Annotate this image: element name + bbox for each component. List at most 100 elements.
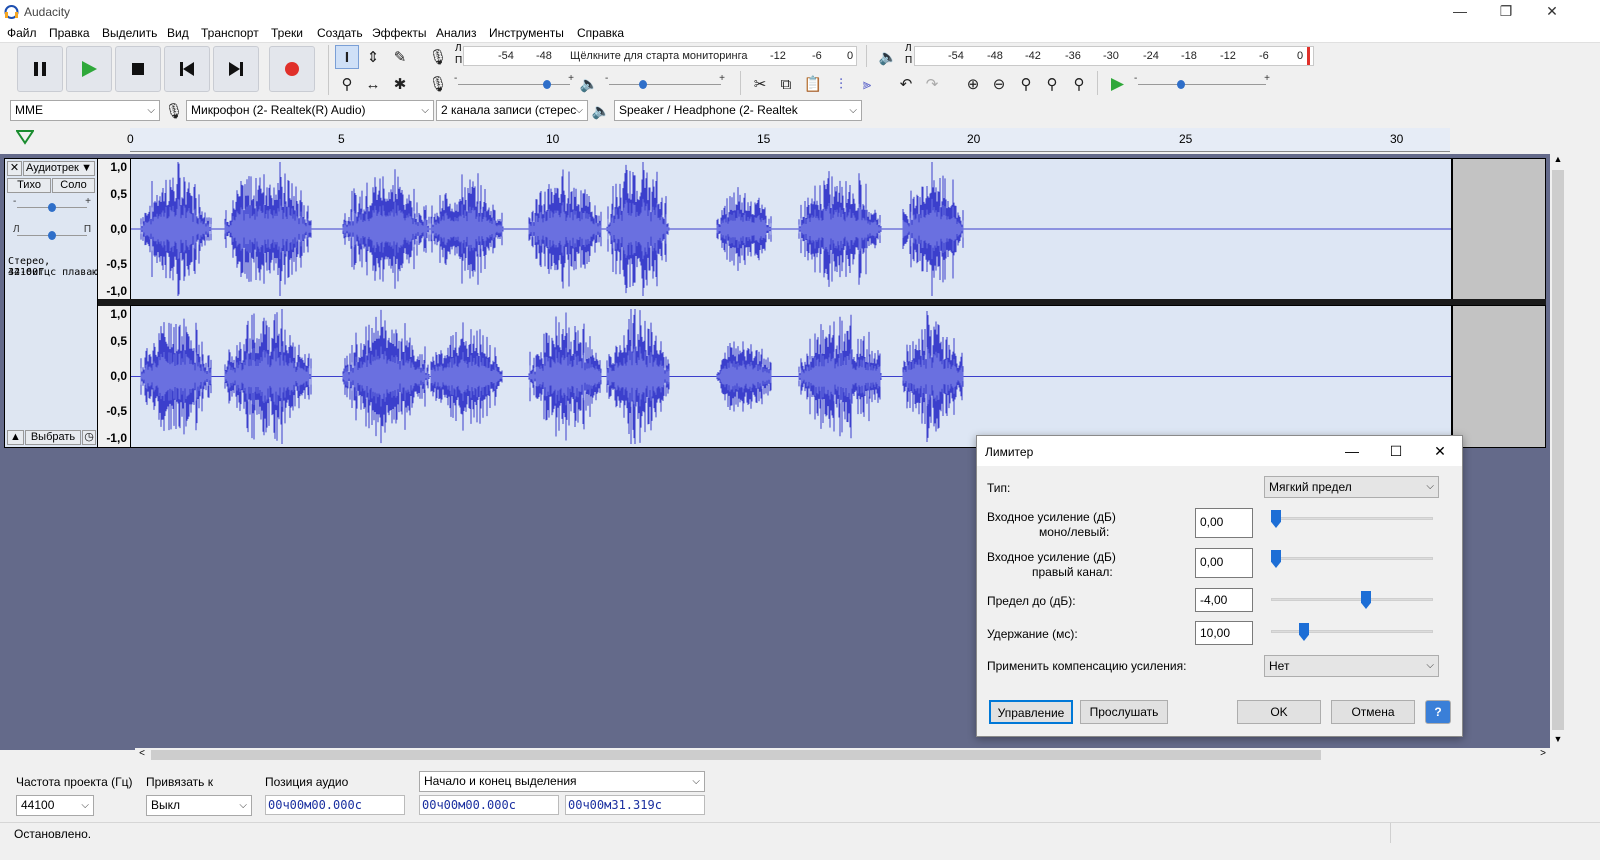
selection-mode-select[interactable]: Начало и конец выделения ⌵ (419, 771, 705, 792)
menu-file[interactable]: Файл (7, 26, 37, 40)
select-track-button[interactable]: Выбрать (25, 430, 81, 445)
timeline-ruler[interactable]: 0 5 10 15 20 25 30 (0, 126, 1550, 154)
makeup-gain-select[interactable]: Нет ⌵ (1264, 655, 1439, 677)
audio-position-field[interactable]: 00ч00м00.000с (265, 795, 405, 815)
trim-button[interactable]: ⫶ (829, 72, 853, 96)
track-menu-button[interactable]: Аудиотрек ▼ (23, 161, 95, 176)
scroll-down-icon[interactable]: ▼ (1550, 734, 1566, 748)
limit-slider[interactable] (1271, 598, 1433, 601)
fit-selection-button[interactable]: ⚲ (1014, 72, 1038, 96)
undo-button[interactable]: ↶ (894, 72, 918, 96)
timeshift-tool-button[interactable]: ↔ (361, 72, 385, 96)
play-button[interactable] (66, 46, 112, 92)
snap-to-select[interactable]: Выкл ⌵ (146, 795, 252, 816)
selection-end-field[interactable]: 00ч00м31.319с (565, 795, 705, 815)
dialog-maximize-button[interactable]: ☐ (1374, 436, 1418, 466)
stop-button[interactable] (115, 46, 161, 92)
input-device-icon: 🎙 (162, 99, 186, 123)
record-volume-slider[interactable]: - + (452, 73, 576, 94)
menu-select[interactable]: Выделить (102, 26, 157, 40)
horizontal-scroll-thumb[interactable] (151, 750, 1321, 760)
play-speed-slider[interactable]: - + (1132, 73, 1272, 94)
input-gain-left-slider[interactable] (1271, 517, 1433, 520)
project-rate-select[interactable]: 44100 ⌵ (16, 795, 94, 816)
help-button[interactable]: ? (1425, 700, 1451, 724)
menu-view[interactable]: Вид (167, 26, 189, 40)
menu-tools[interactable]: Инструменты (489, 26, 564, 40)
preview-button[interactable]: Прослушать (1080, 700, 1168, 724)
track-close-button[interactable]: ✕ (7, 161, 22, 176)
skip-end-button[interactable] (213, 46, 259, 92)
input-gain-right-field[interactable]: 0,00 (1195, 548, 1253, 578)
menu-transport[interactable]: Транспорт (201, 26, 259, 40)
selection-tool-button[interactable]: I (335, 45, 359, 69)
copy-button[interactable]: ⧉ (774, 72, 798, 96)
input-gain-left-thumb[interactable] (1271, 510, 1281, 528)
pause-button[interactable] (17, 46, 63, 92)
collapse-track-button[interactable]: ▲ (7, 430, 24, 445)
mute-button[interactable]: Тихо (7, 178, 51, 193)
envelope-tool-button[interactable]: ⇕ (361, 45, 385, 69)
hold-field[interactable]: 10,00 (1195, 621, 1253, 645)
play-meter-button[interactable]: 🔈 (876, 45, 900, 69)
track-gain-slider[interactable]: - + (11, 196, 93, 217)
menu-generate[interactable]: Создать (317, 26, 363, 40)
timeline-options-icon[interactable] (16, 130, 34, 146)
input-channels-select[interactable]: 2 канала записи (стерес ⌵ (436, 100, 588, 121)
scroll-left-icon[interactable]: < (135, 748, 149, 762)
scroll-up-icon[interactable]: ▲ (1550, 154, 1566, 168)
waveform-right-channel[interactable] (130, 305, 1452, 448)
close-button[interactable]: ✕ (1529, 0, 1575, 24)
chevron-down-icon: ⌵ (81, 800, 89, 811)
playback-volume-slider[interactable]: - + (603, 73, 727, 94)
menu-help[interactable]: Справка (577, 26, 624, 40)
play-at-speed-button[interactable] (1105, 72, 1129, 96)
record-meter-button[interactable]: 🎙 (426, 45, 450, 69)
cancel-button[interactable]: Отмена (1331, 700, 1415, 724)
selection-start-field[interactable]: 00ч00м00.000с (419, 795, 559, 815)
audio-host-select[interactable]: MME ⌵ (10, 100, 160, 121)
limit-field[interactable]: -4,00 (1195, 588, 1253, 612)
zoom-toggle-button[interactable]: ⚲ (1067, 72, 1091, 96)
skip-start-button[interactable] (164, 46, 210, 92)
minimize-button[interactable]: — (1437, 0, 1483, 24)
menu-analyze[interactable]: Анализ (436, 26, 477, 40)
solo-button[interactable]: Соло (52, 178, 95, 193)
menu-effects[interactable]: Эффекты (372, 26, 427, 40)
zoom-in-button[interactable]: ⊕ (961, 72, 985, 96)
playback-meter[interactable]: -54 -48 -42 -36 -30 -24 -18 -12 -6 0 (914, 46, 1314, 66)
track-pan-slider[interactable]: ЛП (11, 224, 93, 245)
menu-edit[interactable]: Правка (49, 26, 90, 40)
input-gain-right-slider[interactable] (1271, 557, 1433, 560)
waveform-left-channel[interactable] (130, 158, 1452, 300)
dialog-close-button[interactable]: ✕ (1418, 436, 1462, 466)
record-meter[interactable]: -54 -48 Щёлкните для старта мониторинга … (463, 46, 857, 66)
manage-button[interactable]: Управление (989, 700, 1073, 724)
hold-slider[interactable] (1271, 630, 1433, 633)
vertical-scroll-thumb[interactable] (1552, 170, 1564, 730)
limiter-type-select[interactable]: Мягкий предел ⌵ (1264, 476, 1439, 498)
horizontal-scrollbar[interactable]: < > (135, 748, 1550, 762)
ok-button[interactable]: OK (1237, 700, 1321, 724)
dialog-minimize-button[interactable]: — (1330, 436, 1374, 466)
zoom-tool-button[interactable]: ⚲ (335, 72, 359, 96)
silence-button[interactable]: ⫸ (855, 72, 879, 96)
vertical-scrollbar[interactable]: ▲ ▼ (1550, 154, 1566, 750)
input-device-select[interactable]: Микрофон (2- Realtek(R) Audio) ⌵ (186, 100, 434, 121)
cut-button[interactable]: ✂ (748, 72, 772, 96)
redo-button[interactable]: ↷ (920, 72, 944, 96)
limit-slider-thumb[interactable] (1361, 591, 1371, 609)
record-button[interactable] (269, 46, 315, 92)
input-gain-right-thumb[interactable] (1271, 550, 1281, 568)
zoom-out-button[interactable]: ⊖ (987, 72, 1011, 96)
scroll-right-icon[interactable]: > (1536, 748, 1550, 762)
input-gain-left-field[interactable]: 0,00 (1195, 508, 1253, 538)
restore-button[interactable]: ❐ (1483, 0, 1529, 24)
output-device-select[interactable]: Speaker / Headphone (2- Realtek ⌵ (614, 100, 862, 121)
hold-slider-thumb[interactable] (1299, 623, 1309, 641)
menu-tracks[interactable]: Треки (271, 26, 303, 40)
multi-tool-button[interactable]: ✱ (388, 72, 412, 96)
fit-project-button[interactable]: ⚲ (1040, 72, 1064, 96)
draw-tool-button[interactable]: ✎ (388, 45, 412, 69)
paste-button[interactable]: 📋 (801, 72, 825, 96)
